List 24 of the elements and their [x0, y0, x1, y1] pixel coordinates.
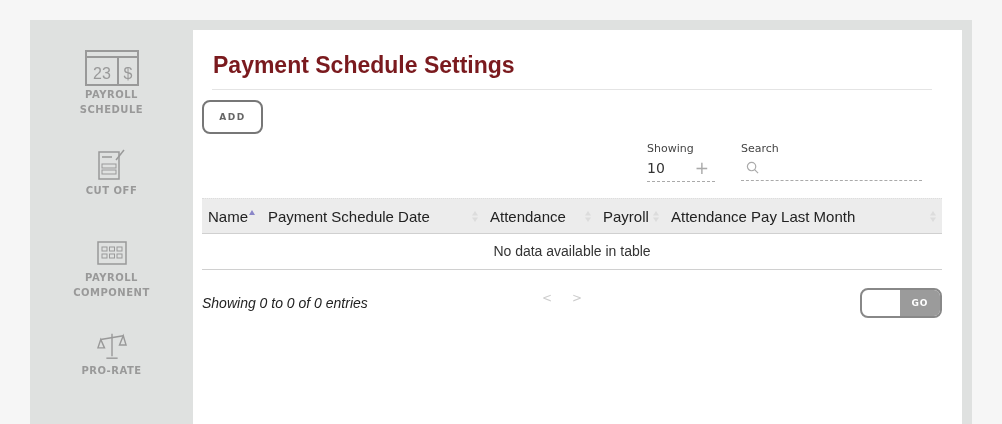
search-label: Search [741, 142, 780, 155]
page-length-value: 10 [647, 160, 665, 176]
showing-label: Showing [647, 142, 695, 155]
column-header[interactable]: Name [202, 207, 262, 225]
page-length-field[interactable]: 10 + [647, 155, 715, 182]
next-page-button[interactable]: > [572, 291, 583, 305]
calendar-icon[interactable]: 23 $ [84, 50, 139, 86]
go-button[interactable]: GO [900, 290, 940, 316]
empty-table-message: No data available in table [202, 234, 942, 270]
column-header[interactable]: Payroll [597, 207, 665, 225]
add-button[interactable]: ADD [202, 100, 263, 134]
column-header[interactable]: Attendance [484, 207, 597, 225]
previous-page-button[interactable]: < [542, 291, 553, 305]
column-header[interactable]: Payment Schedule Date [262, 207, 484, 225]
sidebar-label[interactable]: PAYROLL SCHEDULE [71, 87, 152, 117]
entries-info: Showing 0 to 0 of 0 entries [202, 295, 369, 311]
sidebar-label[interactable]: PRO-RATE [71, 363, 152, 379]
search-icon [746, 161, 759, 174]
sidebar-label[interactable]: PAYROLL COMPONENT [71, 269, 152, 300]
column-header[interactable]: Attendance Pay Last Month [665, 207, 942, 225]
page-title: Payment Schedule Settings [213, 52, 516, 79]
plus-button[interactable]: + [694, 158, 710, 178]
sidebar-label[interactable]: CUT OFF [71, 183, 152, 199]
go-to-page-field[interactable]: GO [860, 288, 942, 318]
